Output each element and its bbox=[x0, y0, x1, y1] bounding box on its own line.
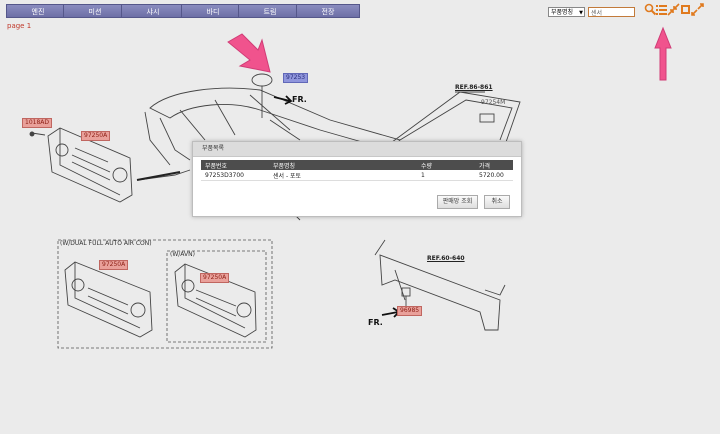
table-row[interactable]: 97253D3700 센서 - 포토 1 5720.00 bbox=[201, 170, 513, 181]
variant-label-avn: (W/AVN) bbox=[170, 251, 195, 258]
cell-quantity: 1 bbox=[417, 170, 475, 181]
ref-label[interactable]: REF.60-640 bbox=[427, 255, 465, 262]
parts-table: 부품번호 부품명칭 수량 가격 97253D3700 센서 - 포토 1 572… bbox=[201, 160, 513, 181]
part-label-97250a[interactable]: 97250A bbox=[81, 131, 111, 141]
dealer-lookup-button[interactable]: 판매망 조회 bbox=[437, 195, 478, 209]
part-label-97254m[interactable]: 97254M bbox=[479, 99, 507, 107]
parts-diagram bbox=[29, 26, 672, 349]
dialog-title: 부품목록 bbox=[193, 142, 521, 157]
part-label-1018ad[interactable]: 1018AD bbox=[22, 118, 52, 128]
part-label-97250a[interactable]: 97250A bbox=[99, 260, 129, 270]
parts-list-dialog: 부품목록 부품번호 부품명칭 수량 가격 97253D3700 센서 - 포토 … bbox=[192, 141, 522, 217]
column-header: 수량 bbox=[417, 160, 475, 170]
front-direction-label: FR. bbox=[292, 95, 307, 104]
cell-part-name: 센서 - 포토 bbox=[269, 170, 417, 181]
cell-price: 5720.00 bbox=[475, 170, 513, 181]
column-header: 부품번호 bbox=[201, 160, 269, 170]
part-label-97250a[interactable]: 97250A bbox=[200, 273, 230, 283]
ref-label[interactable]: REF.86-861 bbox=[455, 84, 493, 91]
table-header-row: 부품번호 부품명칭 수량 가격 bbox=[201, 160, 513, 170]
part-label-97253[interactable]: 97253 bbox=[283, 73, 309, 83]
cell-part-number: 97253D3700 bbox=[201, 170, 269, 181]
column-header: 부품명칭 bbox=[269, 160, 417, 170]
front-direction-label: FR. bbox=[368, 318, 383, 327]
cancel-button[interactable]: 취소 bbox=[484, 195, 510, 209]
column-header: 가격 bbox=[475, 160, 513, 170]
part-label-96985[interactable]: 96985 bbox=[397, 306, 423, 316]
variant-label-auto-air: (W/DUAL FULL AUTO AIR CON) bbox=[60, 240, 152, 247]
